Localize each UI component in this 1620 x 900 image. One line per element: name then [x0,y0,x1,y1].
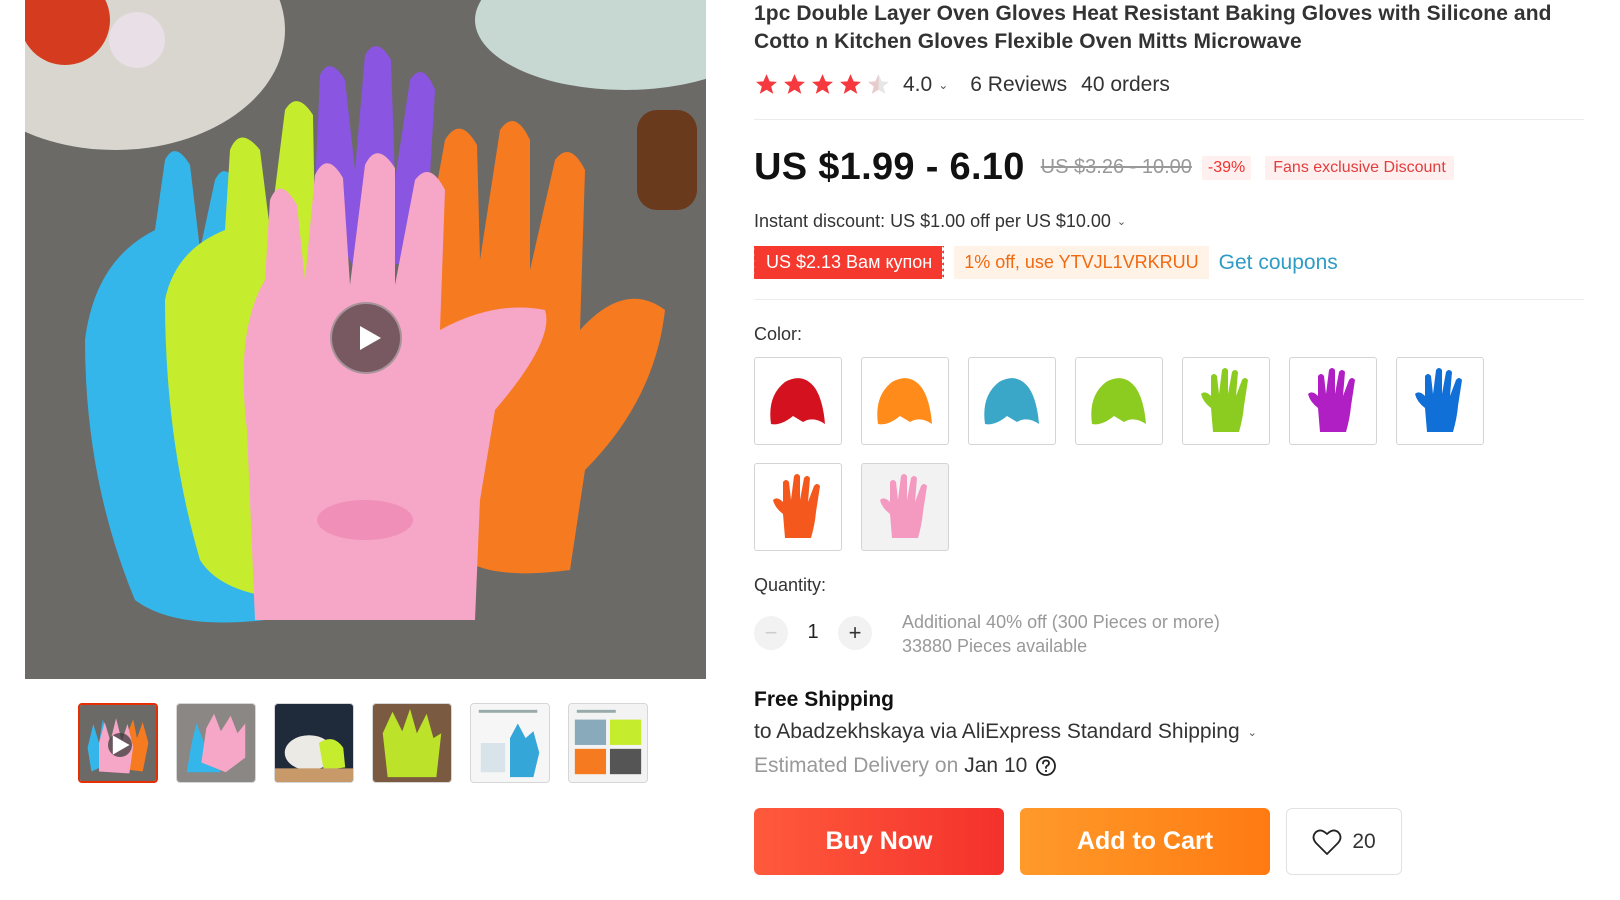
wishlist-count: 20 [1352,829,1376,853]
star-icon [840,74,861,94]
shipping-method[interactable]: to Abadzekhskaya via AliExpress Standard… [754,720,1584,744]
mitt-icon [770,378,825,425]
color-swatches [754,357,1514,551]
mitt-icon [984,378,1039,425]
orange-mitt-swatch[interactable] [861,357,949,445]
thumbnail-play-icon [108,733,132,757]
mitt-icon [877,378,932,425]
thumbnail-1[interactable] [78,703,158,783]
thumbnail-image [275,704,353,782]
chevron-down-icon: ⌄ [1247,726,1257,739]
divider [754,119,1584,120]
product-info-panel: 1pc Double Layer Oven Gloves Heat Resist… [751,0,1584,875]
purple-glove-swatch[interactable] [1289,357,1377,445]
heart-icon [1312,829,1342,855]
main-product-image[interactable] [25,0,706,679]
thumbnail-image [569,704,647,782]
glove-icon [1415,368,1462,432]
bulk-discount-note: Additional 40% off (300 Pieces or more) [902,612,1220,632]
blue-mitt-swatch[interactable] [968,357,1056,445]
product-title: 1pc Double Layer Oven Gloves Heat Resist… [754,2,1552,53]
pink-glove-swatch[interactable] [861,463,949,551]
pieces-available: 33880 Pieces available [902,636,1088,656]
discount-badge: -39% [1201,155,1252,180]
decrement-button[interactable]: − [754,616,788,650]
play-icon [359,326,381,350]
reviews-link[interactable]: 6 Reviews [970,73,1067,97]
star-empty-icon [868,74,889,94]
delivery-date: Jan 10 [964,754,1028,777]
thumbnail-strip [78,703,648,783]
chevron-down-icon: ⌄ [938,77,949,92]
red-mitt-swatch[interactable] [754,357,842,445]
orange-glove-swatch[interactable] [754,463,842,551]
thumbnail-4[interactable] [372,703,452,783]
glove-icon [773,474,820,538]
orders-count: 40 orders [1081,72,1170,96]
thumbnail-5[interactable] [470,703,550,783]
shipping-title: Free Shipping [754,688,895,711]
promo-code-coupon[interactable]: 1% off, use YTVJL1VRKRUU [954,246,1209,279]
rating-number: 4.0 [903,72,933,96]
thumbnail-2[interactable] [176,703,256,783]
color-label: Color: [754,324,803,344]
quantity-label: Quantity: [754,575,827,595]
thumbnail-image [373,704,451,782]
mitt-icon [1091,378,1146,425]
fans-discount-tag: Fans exclusive Discount [1265,155,1454,180]
shipping-route: to Abadzekhskaya via AliExpress Standard… [754,720,1240,743]
store-coupon[interactable]: US $2.13 Вам купон [751,246,947,279]
glove-icon [1201,368,1248,432]
green-mitt-swatch[interactable] [1075,357,1163,445]
coupon-row: US $2.13 Вам купон 1% off, use YTVJL1VRK… [751,246,1584,279]
instant-discount[interactable]: Instant discount: US $1.00 off per US $1… [754,211,1584,232]
star-icon [812,74,833,94]
estimated-delivery: Estimated Delivery on Jan 10 [754,754,1584,778]
get-coupons-link[interactable]: Get coupons [1219,251,1338,275]
increment-button[interactable]: + [838,616,872,650]
current-price: US $1.99 - 6.10 [754,146,1025,188]
add-to-cart-button[interactable]: Add to Cart [1020,808,1270,875]
thumbnail-image [471,704,549,782]
quantity-value[interactable]: 1 [788,621,838,644]
buy-now-button[interactable]: Buy Now [754,808,1004,875]
thumbnail-3[interactable] [274,703,354,783]
play-video-button[interactable] [330,302,402,374]
wishlist-button[interactable]: 20 [1286,808,1402,875]
original-price: US $3.26 - 10.00 [1040,156,1192,178]
star-icon [784,74,805,94]
action-buttons: Buy Now Add to Cart 20 [754,808,1584,875]
blue-glove-swatch[interactable] [1396,357,1484,445]
divider [754,299,1584,300]
rating-value[interactable]: 4.0 ⌄ [903,73,948,97]
thumbnail-6[interactable] [568,703,648,783]
star-icon [756,74,777,94]
green-glove-swatch[interactable] [1182,357,1270,445]
quantity-stepper: − 1 + Additional 40% off (300 Pieces or … [754,610,1584,658]
glove-icon [1308,368,1355,432]
glove-icon [880,474,927,538]
estimated-delivery-label: Estimated Delivery on [754,754,959,777]
instant-discount-text: Instant discount: US $1.00 off per US $1… [754,211,1111,231]
price-row: US $1.99 - 6.10 US $3.26 - 10.00 -39% Fa… [754,146,1584,189]
thumbnail-image [177,704,255,782]
chevron-down-icon: ⌄ [1116,216,1127,228]
quantity-info: Additional 40% off (300 Pieces or more) … [902,610,1220,658]
help-icon[interactable] [1035,755,1057,777]
rating-row: 4.0 ⌄ 6 Reviews 40 orders [754,72,1584,97]
rating-stars [754,72,891,97]
